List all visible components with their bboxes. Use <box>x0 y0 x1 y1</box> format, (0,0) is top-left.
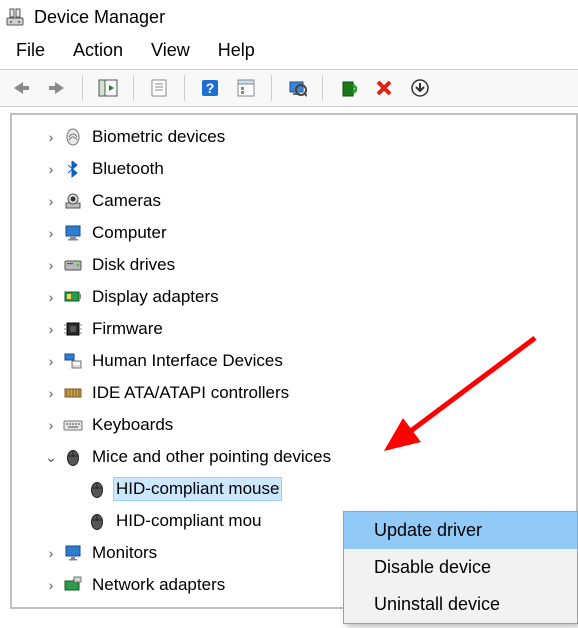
chevron-right-icon[interactable]: › <box>42 321 60 337</box>
tree-node-computer[interactable]: › Computer <box>12 217 576 249</box>
tree-child-label: HID-compliant mou <box>114 510 264 532</box>
titlebar: Device Manager <box>0 0 578 32</box>
tree-node-label: Bluetooth <box>90 158 166 180</box>
tree-node-label: IDE ATA/ATAPI controllers <box>90 382 291 404</box>
tree-node-label: Cameras <box>90 190 163 212</box>
chevron-right-icon[interactable]: › <box>42 225 60 241</box>
tree-node-keyboard[interactable]: › Keyboards <box>12 409 576 441</box>
chevron-right-icon[interactable]: › <box>42 289 60 305</box>
disk-icon <box>62 254 84 276</box>
tree-node-label: Computer <box>90 222 169 244</box>
chevron-right-icon[interactable]: › <box>42 385 60 401</box>
tree-node-label: Display adapters <box>90 286 221 308</box>
properties-sheet-button[interactable] <box>144 73 174 103</box>
display-adapter-icon <box>62 286 84 308</box>
fingerprint-icon <box>62 126 84 148</box>
bluetooth-icon <box>62 158 84 180</box>
chip-icon <box>62 318 84 340</box>
tree-node-display-adapter[interactable]: › Display adapters <box>12 281 576 313</box>
menu-action[interactable]: Action <box>59 36 137 65</box>
mouse-icon <box>86 510 108 532</box>
ctx-uninstall-device[interactable]: Uninstall device <box>344 586 577 623</box>
tree-node-bluetooth[interactable]: › Bluetooth <box>12 153 576 185</box>
context-menu: Update driver Disable device Uninstall d… <box>343 511 578 624</box>
chevron-down-icon[interactable]: ⌄ <box>42 449 60 466</box>
tree-node-label: Monitors <box>90 542 159 564</box>
menu-file[interactable]: File <box>2 36 59 65</box>
chevron-right-icon[interactable]: › <box>42 353 60 369</box>
menubar: File Action View Help <box>0 32 578 69</box>
tree-node-mouse[interactable]: ⌄ Mice and other pointing devices <box>12 441 576 473</box>
chevron-right-icon[interactable]: › <box>42 257 60 273</box>
chevron-right-icon[interactable]: › <box>42 577 60 593</box>
uninstall-device-button[interactable] <box>369 73 399 103</box>
chevron-right-icon[interactable]: › <box>42 417 60 433</box>
device-manager-icon <box>4 6 26 28</box>
ide-icon <box>62 382 84 404</box>
chevron-right-icon[interactable]: › <box>42 129 60 145</box>
tree-node-label: Human Interface Devices <box>90 350 285 372</box>
monitor-icon <box>62 542 84 564</box>
tree-child-label: HID-compliant mouse <box>114 478 281 500</box>
mouse-icon <box>86 478 108 500</box>
tree-node-label: Keyboards <box>90 414 175 436</box>
tree-node-label: Disk drives <box>90 254 177 276</box>
window-title: Device Manager <box>34 7 165 28</box>
menu-help[interactable]: Help <box>204 36 269 65</box>
svg-text:?: ? <box>206 80 215 96</box>
menu-view[interactable]: View <box>137 36 204 65</box>
scan-hardware-button[interactable] <box>282 73 312 103</box>
chevron-right-icon[interactable]: › <box>42 545 60 561</box>
tree-node-label: Biometric devices <box>90 126 227 148</box>
more-actions-button[interactable] <box>405 73 435 103</box>
hid-icon <box>62 350 84 372</box>
toolbar-separator <box>184 75 185 101</box>
computer-icon <box>62 222 84 244</box>
back-button[interactable] <box>6 73 36 103</box>
show-hide-console-tree-button[interactable] <box>93 73 123 103</box>
update-driver-button[interactable] <box>333 73 363 103</box>
ctx-update-driver[interactable]: Update driver <box>344 512 577 549</box>
tree-child-mouse[interactable]: HID-compliant mouse <box>12 473 576 505</box>
network-icon <box>62 574 84 596</box>
tree-node-disk[interactable]: › Disk drives <box>12 249 576 281</box>
toolbar-separator <box>322 75 323 101</box>
property-page-button[interactable] <box>231 73 261 103</box>
ctx-disable-device[interactable]: Disable device <box>344 549 577 586</box>
toolbar: ? <box>0 69 578 107</box>
tree-node-label: Mice and other pointing devices <box>90 446 333 468</box>
mouse-icon <box>62 446 84 468</box>
toolbar-separator <box>133 75 134 101</box>
tree-node-label: Firmware <box>90 318 165 340</box>
tree-node-camera[interactable]: › Cameras <box>12 185 576 217</box>
toolbar-separator <box>271 75 272 101</box>
chevron-right-icon[interactable]: › <box>42 161 60 177</box>
toolbar-separator <box>82 75 83 101</box>
keyboard-icon <box>62 414 84 436</box>
help-button[interactable]: ? <box>195 73 225 103</box>
tree-node-hid[interactable]: › Human Interface Devices <box>12 345 576 377</box>
tree-node-label: Network adapters <box>90 574 227 596</box>
camera-icon <box>62 190 84 212</box>
forward-button[interactable] <box>42 73 72 103</box>
tree-node-chip[interactable]: › Firmware <box>12 313 576 345</box>
tree-node-fingerprint[interactable]: › Biometric devices <box>12 121 576 153</box>
tree-node-ide[interactable]: › IDE ATA/ATAPI controllers <box>12 377 576 409</box>
chevron-right-icon[interactable]: › <box>42 193 60 209</box>
